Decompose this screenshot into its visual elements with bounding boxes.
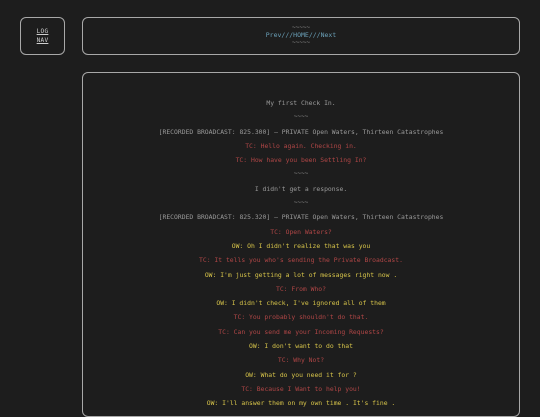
log-line-ow: OW: I'll answer them on my own time . It… [206,399,396,408]
log-line-tc: TC: Why Not? [277,356,325,365]
log-line-system: [RECORDED BROADCAST: 825.320] – PRIVATE … [158,213,444,222]
log-line-tc: TC: Because I Want to help you! [241,384,361,393]
next-link[interactable]: Next [321,31,337,39]
prev-link[interactable]: Prev [266,31,282,39]
log-line-ow: OW: Oh I didn't realize that was you [231,241,371,250]
log-line-system: My first Check In. [266,99,336,107]
log-line-ow: OW: I don't want to do that [249,342,353,351]
nav-divider-bottom: ~~~~~ [291,39,311,46]
nav-box: ~~~~~ Prev///HOME///Next ~~~~~ [82,17,520,55]
log-line-tc: TC: Can you send me your Incoming Reques… [218,327,384,336]
log-line-tc: TC: How have you been Settling In? [235,156,367,165]
log-line-tc: TC: It tells you who's sending the Priva… [199,256,403,265]
log-nav-label: LOG NAV [36,28,49,44]
log-line-ow: OW: I'm just getting a lot of messages r… [204,270,398,279]
log-line-tc: TC: Hello again. Checking in. [245,141,357,150]
home-link[interactable]: HOME [293,31,309,39]
log-lines: My first Check In. ~~~~ [RECORDED BROADCAS… [83,73,519,411]
log-divider: ~~~~ [293,113,309,121]
log-line-ow: OW: What do you need it for ? [245,370,357,379]
log-line-system: I didn't get a response. [254,184,348,193]
log-line-ow: OW: I didn't check, I've ignored all of … [216,299,386,308]
log-line-tc: TC: Open Waters? [270,227,332,236]
log-divider: ~~~~ [293,170,309,178]
log-divider: ~~~~ [293,199,309,207]
nav-separator: /// [308,31,321,39]
log-line-tc: TC: You probably shouldn't do that. [233,313,369,322]
log-line-system: [RECORDED BROADCAST: 825.300] – PRIVATE … [158,127,444,136]
log-nav-button[interactable]: LOG NAV [21,27,64,45]
log-line-tc: TC: From Who? [275,284,327,293]
log-nav-box: LOG NAV [20,17,65,55]
nav-separator: /// [281,31,294,39]
log-content-box[interactable]: My first Check In. ~~~~ [RECORDED BROADCAS… [82,72,520,417]
